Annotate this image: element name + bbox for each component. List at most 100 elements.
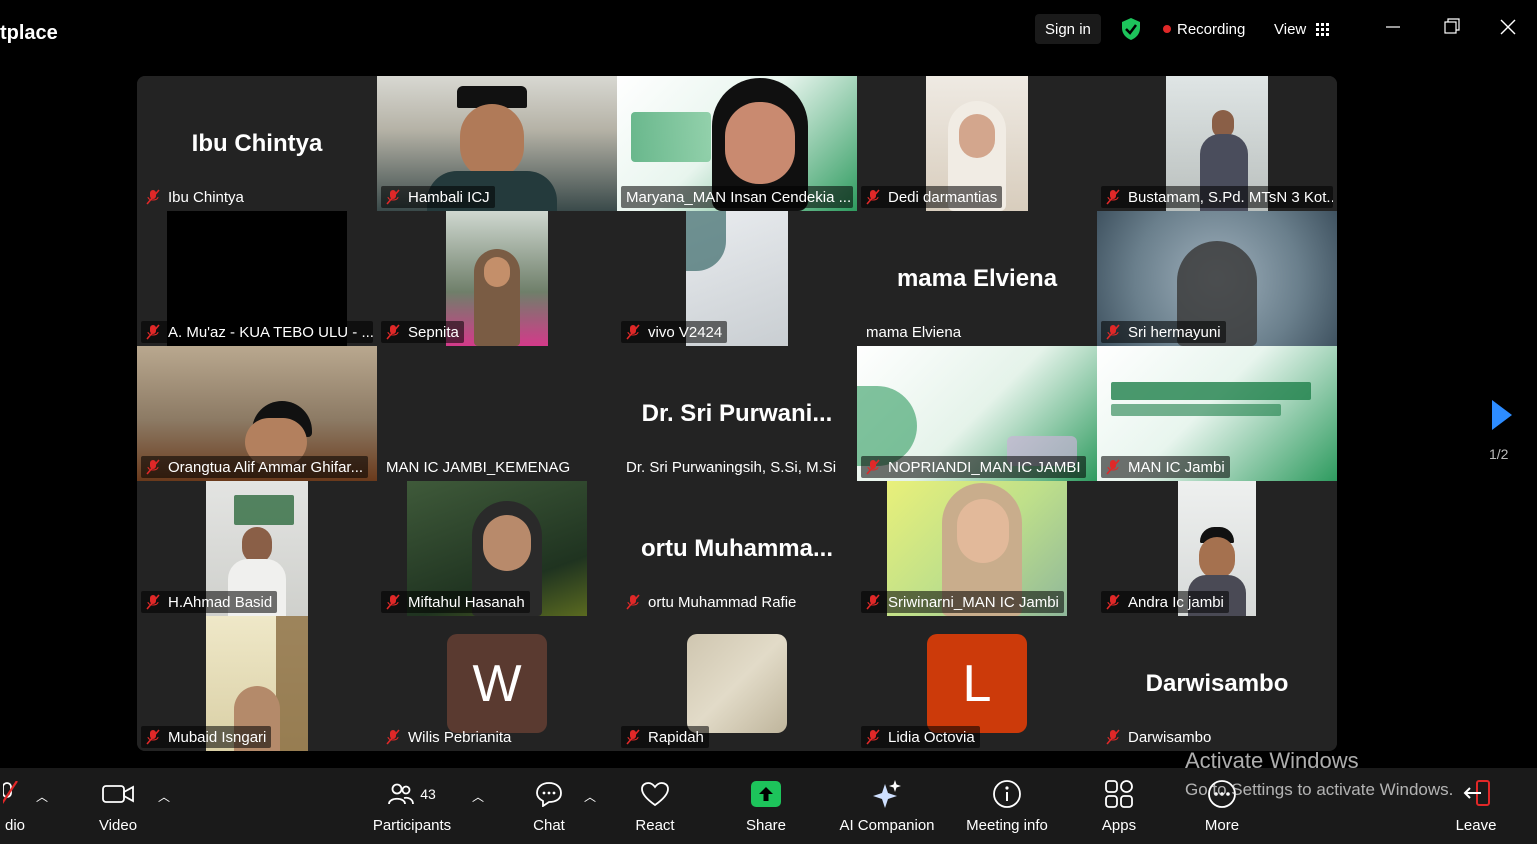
audio-label: dio xyxy=(4,817,26,834)
participant-tile[interactable]: H.Ahmad Basid xyxy=(137,481,377,616)
sign-in-label: Sign in xyxy=(1045,20,1091,38)
recording-indicator[interactable]: Recording xyxy=(1163,16,1245,42)
participants-label: Participants xyxy=(372,817,452,834)
participant-label: ortu Muhammad Rafie xyxy=(621,591,801,613)
participant-label: Dr. Sri Purwaningsih, S.Si, M.Si xyxy=(626,458,837,476)
participant-label: Sriwinarni_MAN IC Jambi xyxy=(861,591,1064,613)
participant-tile-active-speaker[interactable]: Maryana_MAN Insan Cendekia ... xyxy=(617,76,857,211)
participant-tile[interactable]: Andra Ic jambi xyxy=(1097,481,1337,616)
mic-muted-icon xyxy=(386,729,400,745)
participant-tile[interactable]: Dr. Sri Purwani... Dr. Sri Purwaningsih,… xyxy=(617,346,857,481)
share-screen-icon xyxy=(751,781,781,807)
participant-tile[interactable]: mama Elviena mama Elviena xyxy=(857,211,1097,346)
participants-count: 43 xyxy=(420,786,436,802)
mic-muted-icon xyxy=(386,594,400,610)
participant-display-name: Darwisambo xyxy=(1145,669,1289,697)
close-icon[interactable] xyxy=(1493,14,1523,40)
participant-label: Darwisambo xyxy=(1101,726,1216,748)
meeting-info-button[interactable]: Meeting info xyxy=(958,768,1056,844)
participant-label: Dedi darmantias xyxy=(861,186,1003,208)
video-button[interactable]: Video xyxy=(88,768,148,844)
participant-tile[interactable]: ortu Muhamma... ortu Muhammad Rafie xyxy=(617,481,857,616)
mic-muted-icon xyxy=(1106,594,1120,610)
title-bar: tplace Sign in Recording View xyxy=(0,0,1537,56)
mic-muted-icon xyxy=(626,324,640,340)
participant-tile[interactable]: MAN IC JAMBI_KEMENAG xyxy=(377,346,617,481)
avatar: W xyxy=(447,634,547,733)
participant-tile[interactable]: Dedi darmantias xyxy=(857,76,1097,211)
leave-button[interactable]: Leave xyxy=(1451,768,1501,844)
apps-icon xyxy=(1105,780,1133,808)
participant-tile[interactable]: Bustamam, S.Pd. MTsN 3 Kot... xyxy=(1097,76,1337,211)
participant-tile[interactable]: Sri hermayuni xyxy=(1097,211,1337,346)
participant-label: Miftahul Hasanah xyxy=(381,591,530,613)
security-shield-icon[interactable] xyxy=(1120,16,1142,42)
mic-muted-icon xyxy=(146,324,160,340)
chat-bubble-icon xyxy=(536,782,562,807)
leave-door-icon xyxy=(1463,780,1490,806)
watermark-title: Activate Windows xyxy=(1185,748,1359,773)
participant-label: Mubaid Isngari xyxy=(141,726,272,748)
participant-tile[interactable]: Darwisambo Darwisambo xyxy=(1097,616,1337,751)
share-label: Share xyxy=(745,817,787,834)
minimize-icon[interactable] xyxy=(1378,14,1408,40)
participant-label: Sepnita xyxy=(381,321,464,343)
participant-tile[interactable]: A. Mu'az - KUA TEBO ULU - ... xyxy=(137,211,377,346)
participant-tile[interactable]: MAN IC Jambi xyxy=(1097,346,1337,481)
restore-icon[interactable] xyxy=(1436,14,1466,40)
video-label: Video xyxy=(98,817,138,834)
audio-button[interactable]: dio xyxy=(0,768,30,844)
page-indicator: 1/2 xyxy=(1489,446,1509,462)
heart-icon xyxy=(641,782,669,807)
next-page-arrow-icon[interactable] xyxy=(1490,398,1514,432)
participant-tile[interactable]: Mubaid Isngari xyxy=(137,616,377,751)
react-button[interactable]: React xyxy=(630,768,680,844)
participant-tile[interactable]: vivo V2424 xyxy=(617,211,857,346)
apps-button[interactable]: Apps xyxy=(1094,768,1144,844)
recording-label: Recording xyxy=(1177,20,1246,38)
participant-label: Sri hermayuni xyxy=(1101,321,1226,343)
chat-options-caret-icon[interactable]: ︿ xyxy=(584,788,596,805)
participant-label: Wilis Pebrianita xyxy=(381,726,516,748)
mic-muted-icon xyxy=(146,594,160,610)
participant-tile[interactable]: Miftahul Hasanah xyxy=(377,481,617,616)
ai-companion-button[interactable]: AI Companion xyxy=(836,768,938,844)
participant-tile[interactable]: W Wilis Pebrianita xyxy=(377,616,617,751)
meeting-info-label: Meeting info xyxy=(966,817,1048,834)
avatar xyxy=(687,634,787,733)
video-gallery: Ibu Chintya Ibu Chintya Hambali ICJ Mary… xyxy=(137,76,1337,751)
participant-label: Ibu Chintya xyxy=(141,186,249,208)
participant-tile[interactable]: Rapidah xyxy=(617,616,857,751)
react-label: React xyxy=(635,817,675,834)
participant-display-name: Ibu Chintya xyxy=(191,129,323,157)
apps-label: Apps xyxy=(1101,817,1137,834)
audio-options-caret-icon[interactable]: ︿ xyxy=(36,788,48,805)
grid-icon xyxy=(1316,22,1330,36)
recording-dot-icon xyxy=(1163,25,1171,33)
participant-label: Orangtua Alif Ammar Ghifar... xyxy=(141,456,369,478)
participant-label: A. Mu'az - KUA TEBO ULU - ... xyxy=(141,321,373,343)
share-button[interactable]: Share xyxy=(741,768,791,844)
participant-label: Maryana_MAN Insan Cendekia ... xyxy=(621,186,853,208)
participant-tile[interactable]: L Lidia Octovia xyxy=(857,616,1097,751)
participants-options-caret-icon[interactable]: ︿ xyxy=(472,788,484,805)
participant-tile[interactable]: Hambali ICJ xyxy=(377,76,617,211)
participant-tile[interactable]: Sepnita xyxy=(377,211,617,346)
mic-muted-icon xyxy=(1106,189,1120,205)
participant-tile[interactable]: Sriwinarni_MAN IC Jambi xyxy=(857,481,1097,616)
participant-tile[interactable]: Ibu Chintya Ibu Chintya xyxy=(137,76,377,211)
participant-label: Lidia Octovia xyxy=(861,726,980,748)
participant-tile[interactable]: NOPRIANDI_MAN IC JAMBI xyxy=(857,346,1097,481)
participant-tile[interactable]: Orangtua Alif Ammar Ghifar... xyxy=(137,346,377,481)
view-button[interactable]: View xyxy=(1274,16,1330,42)
participant-label: mama Elviena xyxy=(866,323,962,341)
sign-in-button[interactable]: Sign in xyxy=(1035,14,1101,44)
participants-button[interactable]: 43 Participants xyxy=(362,768,462,844)
chat-button[interactable]: Chat xyxy=(524,768,574,844)
mic-muted-icon xyxy=(866,594,880,610)
mic-muted-icon xyxy=(146,189,160,205)
video-camera-icon xyxy=(102,785,134,803)
participant-display-name: ortu Muhamma... xyxy=(640,534,833,562)
ai-sparkle-icon xyxy=(873,780,901,808)
video-options-caret-icon[interactable]: ︿ xyxy=(158,788,170,805)
